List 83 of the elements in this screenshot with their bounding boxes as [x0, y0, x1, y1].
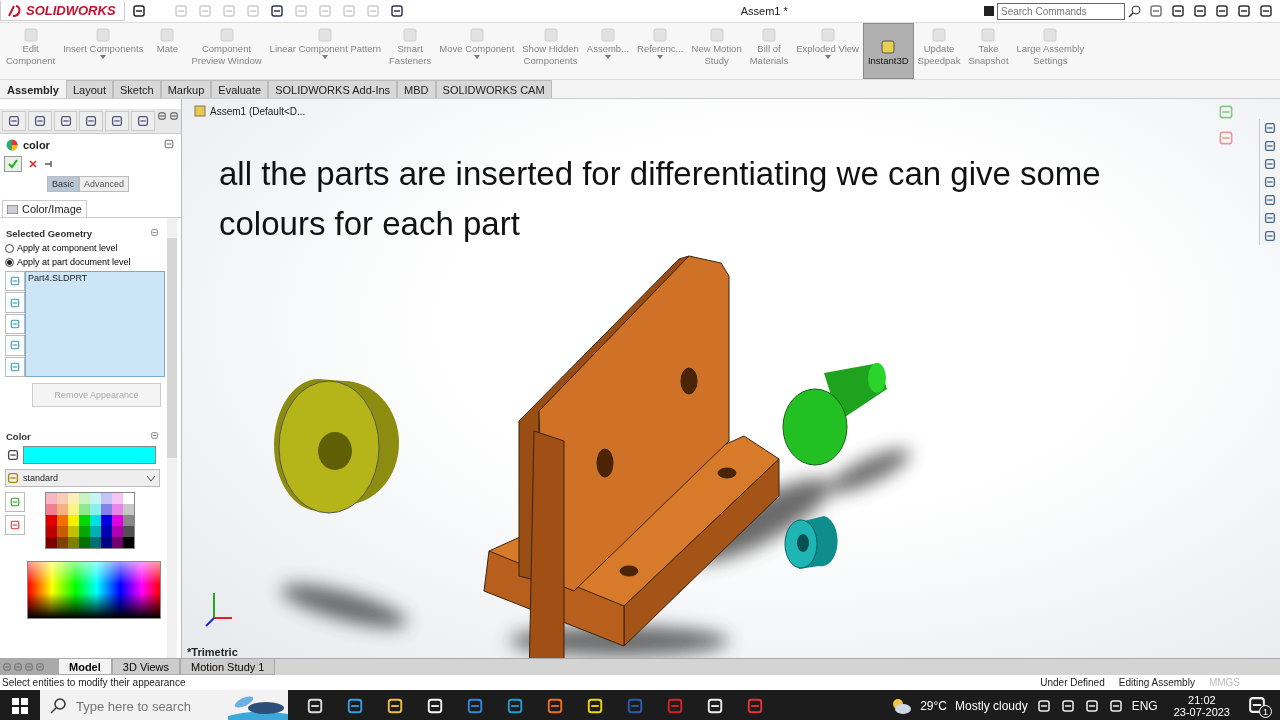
weather-icon	[890, 697, 913, 715]
status-field: Under Defined	[1040, 677, 1105, 688]
command-icon	[707, 27, 726, 43]
command-icon	[401, 27, 420, 43]
mode-toggle[interactable]: Advanced	[79, 176, 130, 192]
clock[interactable]: 21:02 23-07-2023	[1173, 694, 1230, 718]
panel-tab[interactable]	[131, 111, 155, 131]
command-icon	[818, 27, 837, 43]
search-icon	[50, 698, 66, 714]
status-field: Editing Assembly	[1118, 677, 1195, 688]
filter-button[interactable]	[5, 271, 25, 292]
panel-title: color	[23, 139, 50, 151]
filter-button[interactable]	[5, 356, 25, 378]
panel-tab[interactable]	[2, 111, 26, 131]
filter-button[interactable]	[5, 292, 25, 313]
ribbon-tab[interactable]: Markup	[160, 80, 212, 98]
image-icon	[7, 204, 18, 214]
pin-icon[interactable]	[44, 159, 54, 169]
weather-text: Mostly cloudy	[955, 699, 1028, 713]
command-icon	[930, 27, 948, 43]
command-icon	[467, 27, 486, 43]
window-title: Assem1 *	[739, 5, 788, 17]
command-icon	[1041, 27, 1060, 43]
command-icon	[21, 27, 40, 43]
command-icon	[979, 27, 998, 43]
add-color-button[interactable]	[5, 492, 25, 512]
ribbon-tab[interactable]: SOLIDWORKS CAM	[435, 80, 552, 98]
command-icon	[217, 27, 236, 43]
radio-option[interactable]: Apply at component level	[0, 241, 123, 255]
notification-badge: 1	[1259, 705, 1272, 718]
command-icon	[94, 27, 113, 43]
windows-start-icon[interactable]	[12, 698, 28, 714]
command-prompt-icon	[984, 6, 994, 16]
color-swatch[interactable]	[23, 446, 156, 464]
ribbon-tab[interactable]: Layout	[66, 80, 113, 98]
caret-icon[interactable]	[147, 475, 155, 481]
bushing-drawing	[784, 516, 838, 569]
search-icon[interactable]	[1128, 4, 1142, 18]
filter-button[interactable]	[5, 335, 25, 356]
command-icon	[651, 27, 670, 43]
ribbon-tab[interactable]: Evaluate	[211, 80, 269, 98]
panel-tab[interactable]	[79, 111, 104, 131]
command-icon	[879, 39, 898, 55]
command-icon	[759, 27, 778, 43]
language-indicator[interactable]: ENG	[1131, 699, 1158, 713]
model-tab[interactable]: Model	[58, 659, 112, 675]
taskbar-search-field[interactable]: Type here to search	[40, 690, 288, 720]
color-spectrum[interactable]	[27, 561, 161, 619]
scrollbar[interactable]	[167, 218, 177, 658]
ribbon-tab[interactable]: SOLIDWORKS Add-Ins	[268, 80, 398, 98]
command-icon	[158, 27, 177, 43]
color-image-tab[interactable]: Color/Image	[2, 200, 87, 217]
command-icon	[541, 27, 560, 43]
radio-option[interactable]: Apply at part document level	[0, 255, 136, 269]
solidworks-logo[interactable]: SOLIDWORKS	[0, 1, 125, 21]
ribbon-tab[interactable]: MBD	[397, 80, 436, 98]
status-message: Select entities to modify their appearance	[2, 677, 186, 688]
ribbon-button[interactable]: Instant3D	[862, 23, 914, 79]
filter-button[interactable]	[5, 313, 25, 335]
tree-item[interactable]: Assem1 (Default<D...	[210, 105, 306, 117]
caption-text: all the parts are inserted for differentiating we can give some colours for each part	[219, 154, 1102, 244]
model-tab[interactable]: 3D Views	[111, 659, 181, 675]
remove-color-button[interactable]	[5, 515, 25, 535]
mode-toggle[interactable]: Basic	[47, 176, 79, 192]
status-field: MMGS	[1208, 677, 1240, 688]
model-tab[interactable]: Motion Study 1	[180, 659, 276, 675]
panel-tab[interactable]	[53, 111, 78, 131]
selection-list[interactable]: Part4.SLDPRT	[25, 271, 165, 377]
temperature: 29°C	[920, 699, 947, 713]
command-icon	[598, 27, 617, 43]
assembly-icon	[194, 105, 206, 117]
palette-dropdown[interactable]: standard	[5, 469, 160, 487]
panel-tab[interactable]	[105, 111, 130, 131]
list-item[interactable]: Part4.SLDPRT	[28, 273, 162, 283]
section-title: Color	[6, 431, 31, 442]
view-orientation-label: *Trimetric	[187, 646, 238, 658]
color-palette[interactable]	[45, 492, 135, 549]
ribbon-tab[interactable]: Sketch	[113, 80, 161, 98]
section-title: Selected Geometry	[6, 228, 93, 239]
search-field[interactable]: Search Commands	[997, 2, 1125, 20]
panel-tab[interactable]	[27, 111, 52, 131]
ok-button[interactable]	[4, 156, 22, 172]
command-icon	[316, 27, 335, 43]
